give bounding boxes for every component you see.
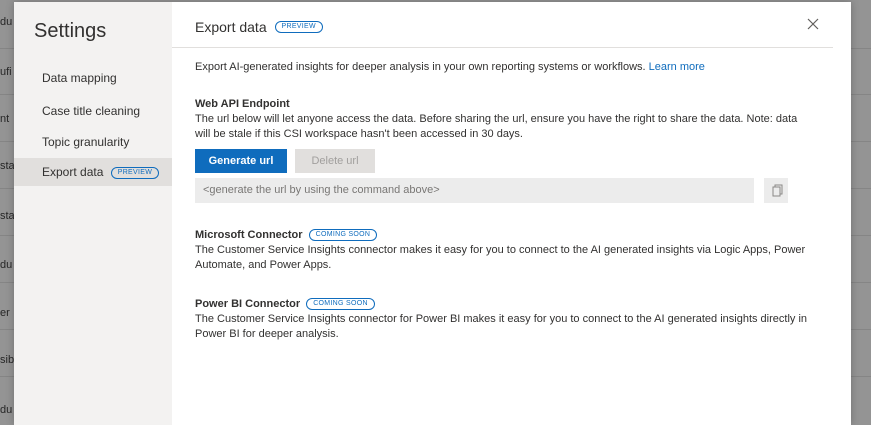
sidebar-item-case-title-cleaning[interactable]: Case title cleaning <box>14 97 172 125</box>
learn-more-link[interactable]: Learn more <box>649 61 705 73</box>
close-button[interactable] <box>803 14 823 34</box>
coming-soon-badge: COMING SOON <box>308 229 378 242</box>
powerbi-connector-title-text: Power BI Connector <box>195 298 301 310</box>
microsoft-connector-title: Microsoft Connector COMING SOON <box>195 229 378 242</box>
web-api-title: Web API Endpoint <box>195 98 290 110</box>
delete-url-button[interactable]: Delete url <box>295 149 375 173</box>
panel-header: Export data PREVIEW <box>172 2 833 48</box>
sidebar-item-topic-granularity[interactable]: Topic granularity <box>14 128 172 156</box>
copy-icon <box>772 184 783 197</box>
settings-sidebar: Settings Data mapping Case title cleanin… <box>14 2 172 425</box>
generate-url-button[interactable]: Generate url <box>195 149 287 173</box>
coming-soon-badge: COMING SOON <box>306 298 375 311</box>
web-api-description: The url below will let anyone access the… <box>195 113 798 140</box>
intro-text: Export AI-generated insights for deeper … <box>195 60 825 75</box>
sidebar-item-export-data[interactable]: Export data PREVIEW <box>14 158 172 186</box>
copy-url-button[interactable] <box>764 178 788 203</box>
sidebar-item-label: Case title cleaning <box>42 104 141 118</box>
close-icon <box>807 18 819 30</box>
sidebar-item-data-mapping[interactable]: Data mapping <box>14 64 172 92</box>
url-field[interactable]: <generate the url by using the command a… <box>195 178 754 203</box>
preview-badge: PREVIEW <box>110 166 160 179</box>
intro-description: Export AI-generated insights for deeper … <box>195 61 649 73</box>
powerbi-connector-description: The Customer Service Insights connector … <box>195 313 808 340</box>
preview-badge: PREVIEW <box>274 21 323 34</box>
microsoft-connector-title-text: Microsoft Connector <box>195 229 303 241</box>
page-title: Export data PREVIEW <box>195 19 323 35</box>
sidebar-title: Settings <box>34 20 107 42</box>
microsoft-connector-description: The Customer Service Insights connector … <box>195 244 806 271</box>
sidebar-item-label: Data mapping <box>42 71 117 85</box>
sidebar-item-label: Topic granularity <box>42 135 130 149</box>
export-data-panel: Export data PREVIEW Export AI-generated … <box>172 2 851 425</box>
page-title-text: Export data <box>195 19 267 35</box>
settings-dialog: Settings Data mapping Case title cleanin… <box>14 2 851 425</box>
sidebar-item-label: Export data <box>42 165 104 179</box>
powerbi-connector-title: Power BI Connector COMING SOON <box>195 298 375 311</box>
